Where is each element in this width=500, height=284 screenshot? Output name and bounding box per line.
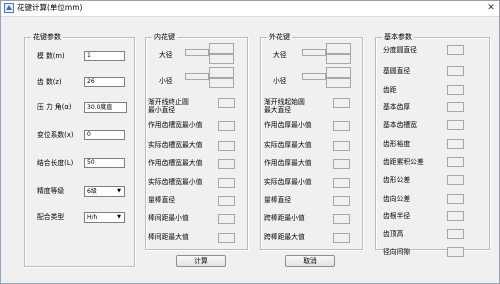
basic-item-output [447,229,464,239]
basic-item-output [447,85,464,95]
external-minor-dia-label: 小径 [273,77,287,85]
basic-item-label: 齿距 [383,86,397,94]
space-width-min-label: 作用齿槽宽最小值 [148,121,203,129]
span-max-output [333,233,350,243]
external-pin-dia-label: 量棒直径 [264,196,292,204]
app-icon [4,3,14,13]
group-title-internal: 内花键 [152,32,177,42]
basic-item-output [447,175,464,185]
basic-item-output [447,102,464,112]
basic-item-label: 齿形公差 [383,176,411,184]
thick-min-output [333,121,350,131]
involute-end-label: 渐开线终止圆 最小直径 [148,98,189,114]
actual-space-max-output [218,141,235,151]
basic-item-label: 基本齿槽宽 [383,121,417,129]
teeth-label: 齿 数(z) [37,78,62,86]
pin-dist-min-output [218,214,235,224]
basic-item-label: 齿形裕度 [383,140,411,148]
length-input[interactable]: 50 [84,158,125,168]
basic-item-label: 齿向公差 [383,195,411,203]
involute-start-output [333,98,350,108]
internal-minor-dia-label: 小径 [159,77,173,85]
chevron-down-icon: ▼ [117,188,121,194]
pin-dist-max-label: 棒间距最大值 [148,233,189,241]
basic-item-output [447,194,464,204]
teeth-input[interactable]: 26 [84,77,125,87]
pressure-angle-label: 压 力 角(α) [37,103,72,111]
basic-item-label: 齿距累积公差 [383,158,424,166]
calculate-button[interactable]: 计算 [176,255,226,267]
span-min-label: 跨棒距最小值 [264,214,305,222]
title-bar: 花键计算(单位mm) ✕ [1,1,499,17]
space-width-min-output [218,121,235,131]
chevron-down-icon: ▼ [117,214,121,220]
basic-item-output [447,45,464,55]
thick-min-label: 作用齿厚最小值 [264,121,312,129]
accuracy-label: 精度等级 [37,187,65,195]
group-title-external: 外花键 [267,32,292,42]
basic-item-label: 齿根半径 [383,212,411,220]
basic-item-output [447,211,464,221]
actual-thick-max-label: 实际齿厚最大值 [264,141,312,149]
accuracy-select[interactable]: 6级 ▼ [84,186,125,197]
internal-pin-dia-output [218,196,235,206]
external-pin-dia-output [333,196,350,206]
fit-label: 配合类型 [37,213,65,221]
basic-item-output [447,139,464,149]
close-button[interactable]: ✕ [484,2,498,14]
window-title: 花键计算(单位mm) [17,3,83,12]
pin-dist-min-label: 棒间距最小值 [148,214,189,222]
basic-item-output [447,157,464,167]
actual-space-min-output [218,178,235,188]
actual-space-max-label: 实际齿槽宽最大值 [148,141,203,149]
shift-coef-input[interactable]: 0 [84,130,125,140]
spline-calc-window: 花键计算(单位mm) ✕ 花键参数 模 数(m) 1 齿 数(z) 26 压 力… [0,0,500,284]
accuracy-value: 6级 [87,188,97,195]
actual-thick-min-label: 实际齿厚最小值 [264,178,312,186]
internal-pin-dia-label: 量棒直径 [148,196,176,204]
modulus-label: 模 数(m) [37,52,65,60]
shift-coef-label: 变位系数(x) [37,131,74,139]
thick-max-label: 作用齿厚最大值 [264,159,312,167]
span-max-label: 跨棒距最大值 [264,233,305,241]
cancel-button[interactable]: 取消 [285,255,335,267]
length-label: 结合长度(L) [37,159,74,167]
basic-item-label: 分度圆直径 [383,46,417,54]
actual-space-min-label: 实际齿槽宽最小值 [148,178,203,186]
actual-thick-min-output [333,178,350,188]
thick-max-output [333,159,350,169]
fit-select[interactable]: H/h ▼ [84,212,125,223]
involute-start-label: 渐开线起始圆 最大直径 [264,98,305,114]
pressure-angle-select[interactable]: 30.0度直 [84,102,127,113]
span-min-output [333,214,350,224]
basic-item-label: 基本齿厚 [383,103,411,111]
actual-thick-max-output [333,141,350,151]
basic-item-output [447,120,464,130]
group-title-spline-params: 花键参数 [31,32,63,42]
fit-value: H/h [87,214,98,221]
pin-dist-max-output [218,233,235,243]
involute-end-output [218,98,235,108]
group-spline-params: 花键参数 [24,32,135,267]
internal-major-dia-label: 大径 [159,51,173,59]
modulus-input[interactable]: 1 [84,51,125,61]
basic-item-label: 齿顶高 [383,230,404,238]
basic-item-label: 径向间隙 [383,248,411,256]
basic-item-label: 基圆直径 [383,67,411,75]
space-width-max-label: 作用齿槽宽最大值 [148,159,203,167]
basic-item-output [447,247,464,257]
group-title-basic: 基本参数 [382,32,414,42]
pressure-angle-value: 30.0度直 [87,104,113,111]
external-major-dia-label: 大径 [273,51,287,59]
space-width-max-output [218,159,235,169]
basic-item-output [447,66,464,76]
